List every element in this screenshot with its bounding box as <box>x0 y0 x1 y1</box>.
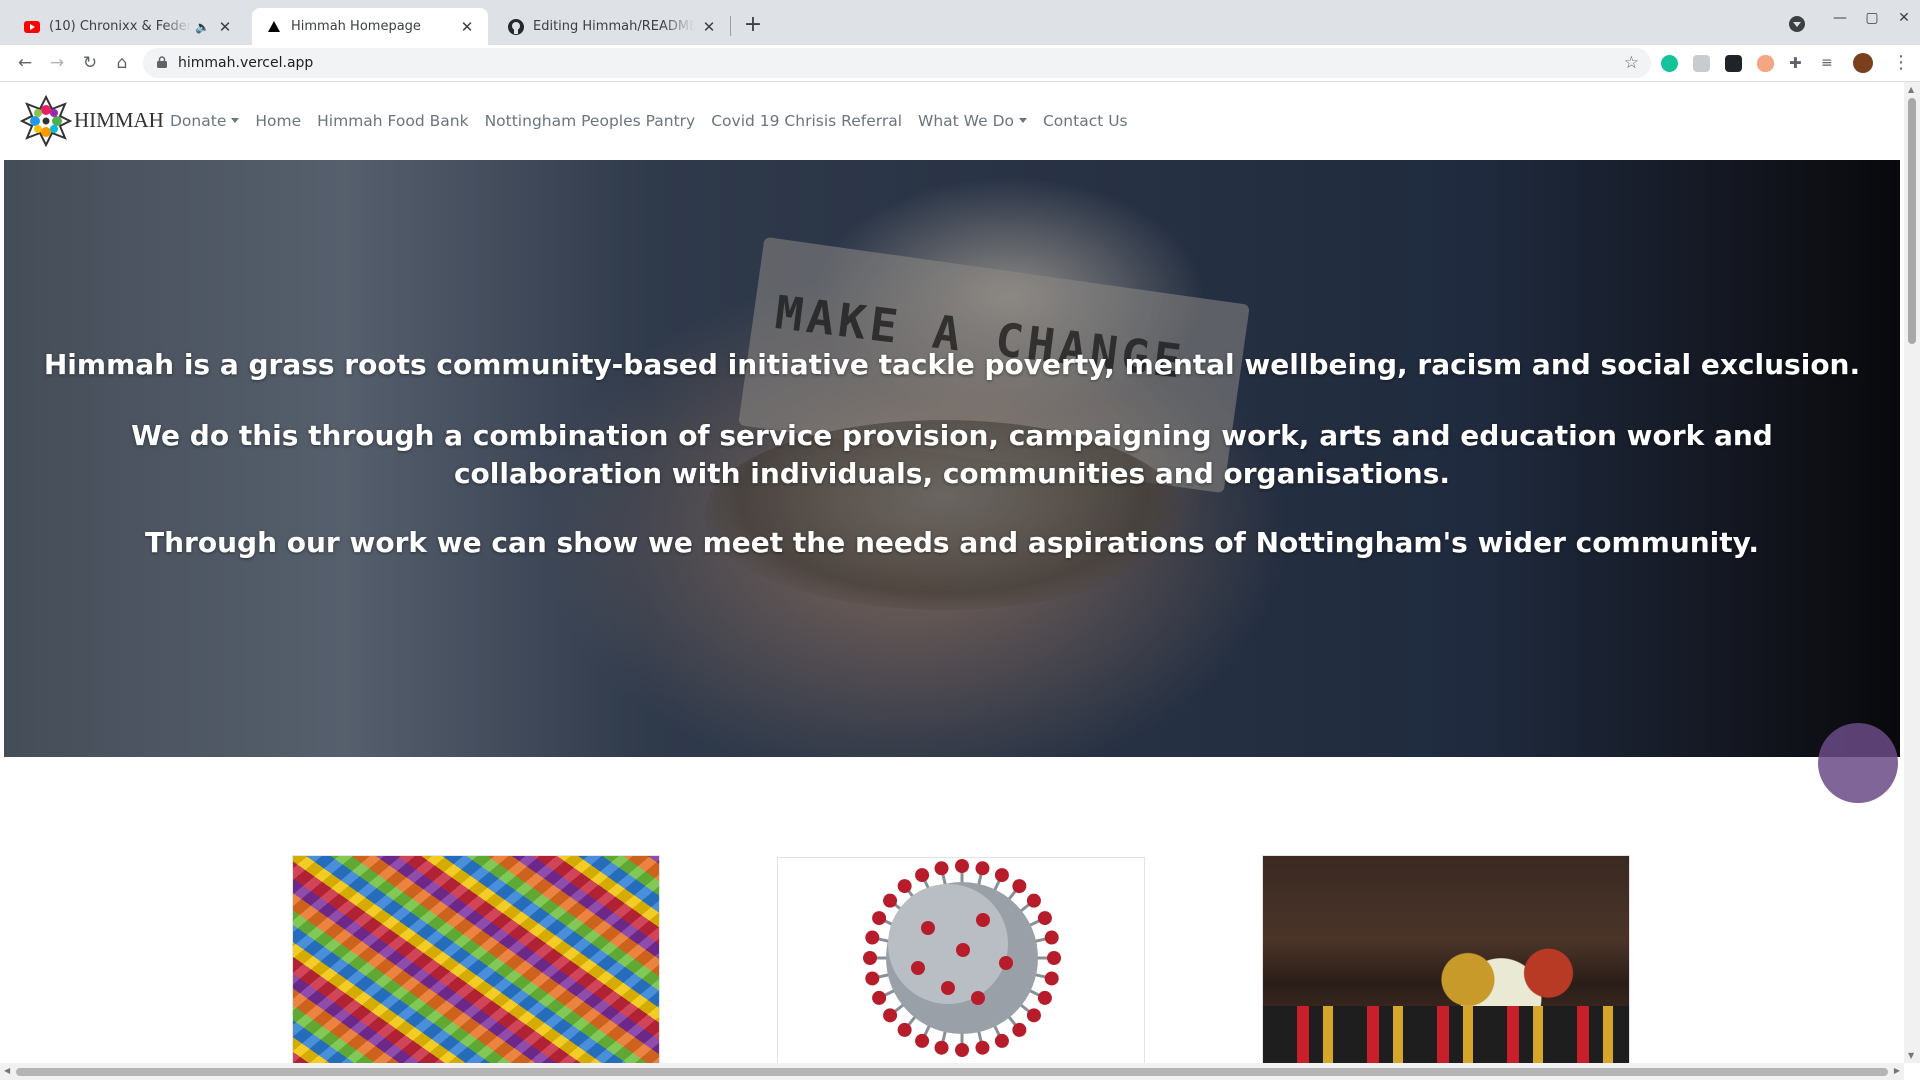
bookmark-star-icon[interactable]: ☆ <box>1624 48 1639 78</box>
hero-banner: MAKE A CHANGE Himmah is a grass roots co… <box>4 160 1900 757</box>
tab-youtube[interactable]: (10) Chronixx & Federation 🔈 ✕ <box>10 8 246 45</box>
close-tab-icon[interactable]: ✕ <box>458 18 476 36</box>
chat-widget-button[interactable] <box>1818 723 1898 803</box>
new-tab-button[interactable]: + <box>740 13 766 39</box>
address-bar[interactable]: himmah.vercel.app ☆ <box>143 48 1651 78</box>
extension-icon[interactable] <box>1757 55 1774 72</box>
maximize-icon[interactable]: ▢ <box>1856 10 1888 26</box>
nav-donate-dropdown[interactable]: Donate <box>170 112 240 130</box>
extension-icon[interactable] <box>1693 55 1710 72</box>
vercel-triangle-icon <box>266 19 282 35</box>
scroll-right-arrow-icon[interactable]: ▶ <box>1894 1066 1900 1075</box>
nav-peoples-pantry[interactable]: Nottingham Peoples Pantry <box>485 112 696 130</box>
profile-avatar[interactable] <box>1853 53 1873 73</box>
nav-label: Donate <box>170 112 227 130</box>
tab-title: Himmah Homepage <box>291 19 421 34</box>
site-navbar: HIMMAH Donate Home Himmah Food Bank Nott… <box>0 82 1904 160</box>
hero-paragraph: Himmah is a grass roots community-based … <box>43 348 1861 381</box>
lock-icon[interactable] <box>157 56 167 68</box>
home-icon[interactable]: ⌂ <box>109 50 135 76</box>
tab-strip: (10) Chronixx & Federation 🔈 ✕ Himmah Ho… <box>0 0 1920 45</box>
brand-wordmark: HIMMAH <box>74 108 164 132</box>
nav-links: Donate Home Himmah Food Bank Nottingham … <box>170 82 1144 160</box>
horizontal-scrollbar[interactable]: ◀ ▶ <box>0 1063 1904 1080</box>
vertical-scroll-thumb[interactable] <box>1908 98 1916 344</box>
page-viewport: HIMMAH Donate Home Himmah Food Bank Nott… <box>0 82 1904 1063</box>
pantry-card-image[interactable] <box>1262 855 1630 1063</box>
tab-himmah[interactable]: Himmah Homepage ✕ <box>252 8 488 45</box>
horizontal-scroll-thumb[interactable] <box>16 1068 1888 1076</box>
scroll-down-arrow-icon[interactable]: ▼ <box>1908 1051 1914 1060</box>
tab-separator <box>730 16 731 36</box>
coronavirus-illustration-icon <box>863 859 1061 1057</box>
tab-title: (10) Chronixx & Federation <box>49 19 192 34</box>
minimize-icon[interactable]: — <box>1824 10 1856 26</box>
forward-icon[interactable]: → <box>44 50 70 76</box>
grammarly-extension-icon[interactable] <box>1661 55 1678 72</box>
nav-what-we-do-dropdown[interactable]: What We Do <box>918 112 1027 130</box>
media-control-icon[interactable]: ≡ <box>1821 55 1838 72</box>
react-devtools-icon[interactable] <box>1725 55 1742 72</box>
scroll-up-arrow-icon[interactable]: ▲ <box>1908 85 1914 94</box>
himmah-flower-logo-icon <box>20 94 72 147</box>
tab-title: Editing Himmah/README.md <box>533 19 694 34</box>
nav-label: What We Do <box>918 112 1014 130</box>
hero-paragraph: We do this through a combination of serv… <box>131 419 1773 490</box>
covid-card-image[interactable] <box>777 857 1145 1063</box>
speaker-muted-icon[interactable]: 🔈 <box>195 20 210 34</box>
caret-down-icon <box>1018 118 1027 123</box>
youtube-icon <box>24 19 40 35</box>
nav-covid-referral[interactable]: Covid 19 Chrisis Referral <box>711 112 902 130</box>
brand-logo[interactable]: HIMMAH <box>20 93 164 148</box>
scroll-left-arrow-icon[interactable]: ◀ <box>4 1066 10 1075</box>
caret-down-icon <box>231 118 240 123</box>
extensions-puzzle-icon[interactable]: ✚ <box>1789 55 1806 72</box>
browser-toolbar: ← → ↻ ⌂ himmah.vercel.app ☆ ✚ ≡ ⋮ <box>0 45 1920 82</box>
close-window-icon[interactable]: ✕ <box>1888 10 1920 26</box>
food-bank-card-image[interactable] <box>292 855 660 1063</box>
github-icon <box>508 18 524 35</box>
tab-search-icon[interactable] <box>1789 16 1805 32</box>
nav-food-bank[interactable]: Himmah Food Bank <box>317 112 468 130</box>
window-controls: — ▢ ✕ <box>1824 0 1920 36</box>
tab-github[interactable]: Editing Himmah/README.md ✕ <box>494 8 730 45</box>
reload-icon[interactable]: ↻ <box>77 50 103 76</box>
nav-home[interactable]: Home <box>255 112 301 130</box>
close-tab-icon[interactable]: ✕ <box>216 18 234 36</box>
nav-contact-us[interactable]: Contact Us <box>1043 112 1128 130</box>
close-tab-icon[interactable]: ✕ <box>700 18 718 36</box>
hero-paragraph: Through our work we can show we meet the… <box>145 526 1759 559</box>
back-icon[interactable]: ← <box>12 50 38 76</box>
vertical-scrollbar[interactable]: ▲ ▼ <box>1904 82 1920 1063</box>
url-text[interactable]: himmah.vercel.app <box>178 48 313 78</box>
pantry-jars <box>1263 1006 1629 1063</box>
browser-menu-icon[interactable]: ⋮ <box>1892 53 1910 73</box>
